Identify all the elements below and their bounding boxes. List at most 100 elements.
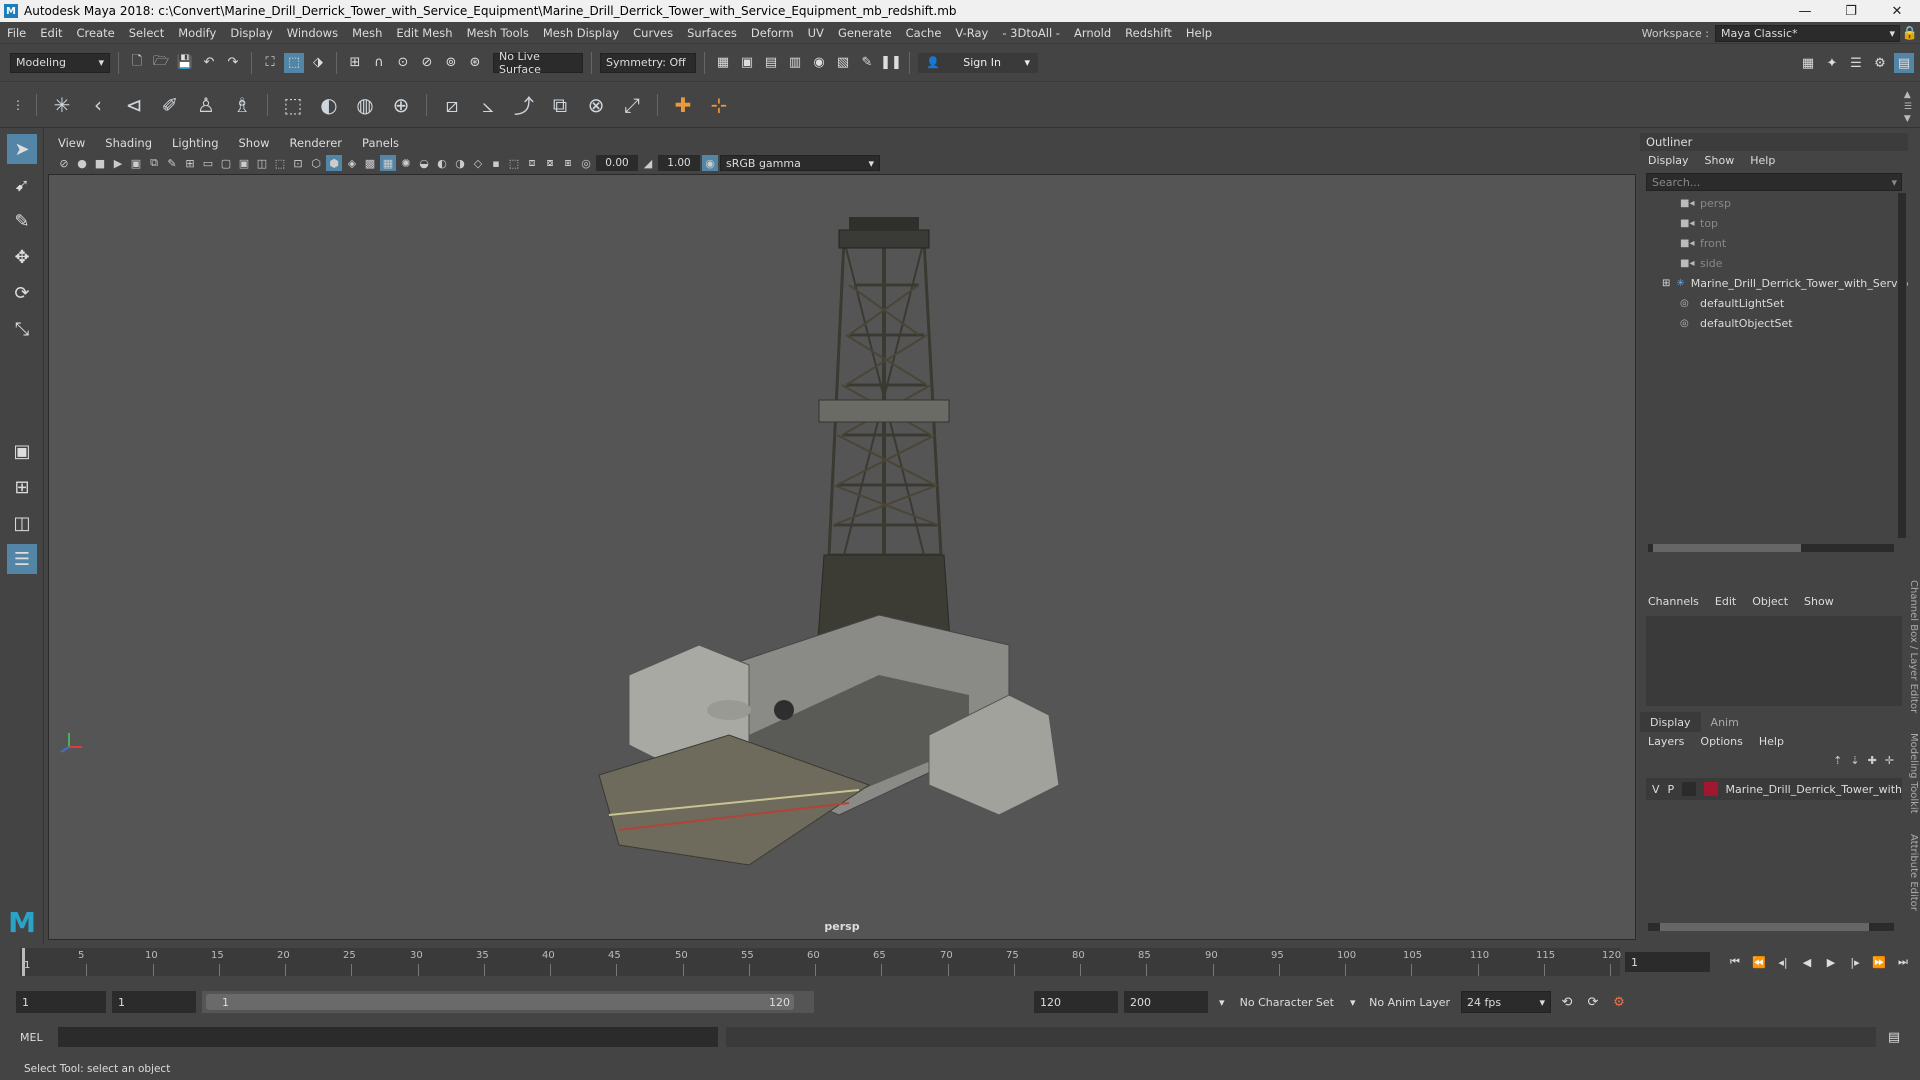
lock-icon[interactable]: 🔒 — [1900, 23, 1920, 43]
layer-menu-layers[interactable]: Layers — [1648, 735, 1684, 748]
range-slider[interactable]: 1 120 — [202, 991, 814, 1013]
modeling-toolkit-toggle-icon[interactable]: ▦ — [1798, 53, 1818, 73]
menu-select[interactable]: Select — [122, 26, 171, 40]
scrollbar-thumb[interactable] — [1660, 923, 1870, 931]
shelf-options-icon[interactable]: ⋮ — [10, 90, 26, 120]
script-language-label[interactable]: MEL — [20, 1031, 50, 1044]
render-view-icon[interactable]: ▦ — [713, 53, 733, 73]
multi-cut-icon[interactable]: ⧉ — [545, 90, 575, 120]
animation-start-field[interactable]: 1 — [16, 991, 106, 1013]
move-tool-icon[interactable]: ✥ — [7, 242, 37, 272]
connect-icon[interactable]: ⤢ — [617, 90, 647, 120]
workspace-dropdown[interactable]: Maya Classic* ▾ — [1715, 24, 1900, 42]
select-hierarchy-icon[interactable]: ⛶ — [260, 53, 280, 73]
auto-key-icon[interactable]: ⟳ — [1583, 992, 1603, 1012]
viewport-menu-show[interactable]: Show — [229, 136, 280, 150]
resolution-gate-icon[interactable]: ▢ — [218, 155, 234, 171]
expand-icon[interactable]: ⊞ — [1662, 278, 1670, 289]
safe-title-icon[interactable]: ⊡ — [290, 155, 306, 171]
extrude-icon[interactable]: ⧄ — [437, 90, 467, 120]
isolate-select-icon[interactable]: ▪ — [488, 155, 504, 171]
paint-select-icon[interactable]: ✎ — [7, 206, 37, 236]
layer-menu-help[interactable]: Help — [1759, 735, 1784, 748]
view-transform-dropdown[interactable]: sRGB gamma ▾ — [720, 155, 880, 171]
menu-create[interactable]: Create — [70, 26, 122, 40]
scale-tool-icon[interactable]: ⤡ — [7, 314, 37, 344]
move-layer-down-icon[interactable]: ⇣ — [1850, 754, 1859, 767]
menu-vray[interactable]: V-Ray — [948, 26, 995, 40]
minimize-button[interactable]: — — [1782, 0, 1828, 22]
curve-cv-icon[interactable]: ✳ — [47, 90, 77, 120]
poly-sphere-icon[interactable]: ◐ — [314, 90, 344, 120]
menu-surfaces[interactable]: Surfaces — [680, 26, 744, 40]
wireframe-on-shaded-icon[interactable]: ◈ — [344, 155, 360, 171]
menu-set-dropdown[interactable]: Modeling ▾ — [10, 52, 110, 73]
menu-display[interactable]: Display — [223, 26, 279, 40]
skeleton-icon[interactable]: ♙ — [191, 90, 221, 120]
viewport-menu-shading[interactable]: Shading — [95, 136, 162, 150]
exposure-icon[interactable]: ◎ — [578, 155, 594, 171]
channel-menu-channels[interactable]: Channels — [1648, 595, 1699, 608]
step-forward-frame-icon[interactable]: |▸ — [1846, 953, 1864, 971]
outliner-search-input[interactable]: Search... ▾ — [1646, 173, 1902, 191]
grid-icon[interactable]: ⊞ — [182, 155, 198, 171]
render-settings-icon[interactable]: ▥ — [785, 53, 805, 73]
redo-icon[interactable]: ↷ — [223, 53, 243, 73]
depth-of-field-icon[interactable]: ◇ — [470, 155, 486, 171]
close-button[interactable]: ✕ — [1874, 0, 1920, 22]
live-surface-field[interactable]: No Live Surface — [493, 50, 583, 76]
playback-end-field[interactable]: 120 — [1034, 991, 1118, 1013]
snap-view-plane-icon[interactable]: ⊘ — [417, 53, 437, 73]
scroll-down-icon[interactable]: ▼ — [1904, 114, 1912, 124]
step-forward-key-icon[interactable]: ⏩ — [1870, 953, 1888, 971]
select-object-icon[interactable]: ⬚ — [284, 52, 304, 73]
new-layer-selected-icon[interactable]: ✛ — [1885, 754, 1894, 767]
outliner-layout-icon[interactable]: ☰ — [7, 544, 37, 574]
textured-icon[interactable]: ▩ — [362, 155, 378, 171]
play-backward-icon[interactable]: ◀ — [1798, 953, 1816, 971]
color-management-icon[interactable]: ◉ — [702, 155, 718, 171]
animation-end-field[interactable]: 200 — [1124, 991, 1208, 1013]
target-weld-icon[interactable]: ⊗ — [581, 90, 611, 120]
layer-menu-options[interactable]: Options — [1700, 735, 1742, 748]
outliner-menu-help[interactable]: Help — [1750, 154, 1775, 167]
multisample-aa-icon[interactable]: ◑ — [452, 155, 468, 171]
pause-viewport-icon[interactable]: ❚❚ — [880, 53, 902, 73]
channel-menu-show[interactable]: Show — [1804, 595, 1834, 608]
poly-plane-icon[interactable]: ⊕ — [386, 90, 416, 120]
playback-start-field[interactable]: 1 — [112, 991, 196, 1013]
time-cursor[interactable] — [22, 948, 25, 976]
outliner-item-front[interactable]: ■◂ front — [1640, 233, 1908, 253]
channel-menu-edit[interactable]: Edit — [1715, 595, 1736, 608]
curve-ep-icon[interactable]: ‹ — [83, 90, 113, 120]
persp-outliner-layout-icon[interactable]: ◫ — [7, 508, 37, 538]
attribute-editor-toggle-icon[interactable]: ☰ — [1846, 53, 1866, 73]
menu-uv[interactable]: UV — [801, 26, 831, 40]
hypershade-icon[interactable]: ◉ — [809, 53, 829, 73]
ambient-occlusion-icon[interactable]: ◒ — [416, 155, 432, 171]
image-plane-icon[interactable]: ▣ — [128, 155, 144, 171]
exposure-field[interactable]: 0.00 — [596, 155, 638, 171]
viewport-menu-panels[interactable]: Panels — [352, 136, 409, 150]
outliner-item-top[interactable]: ■◂ top — [1640, 213, 1908, 233]
select-tool-icon[interactable]: ➤ — [7, 134, 37, 164]
poly-cube-icon[interactable]: ⬚ — [278, 90, 308, 120]
perspective-viewport[interactable]: persp — [48, 174, 1636, 940]
field-chart-icon[interactable]: ◫ — [254, 155, 270, 171]
motion-blur-icon[interactable]: ◐ — [434, 155, 450, 171]
menu-redshift[interactable]: Redshift — [1118, 26, 1179, 40]
undo-icon[interactable]: ↶ — [199, 53, 219, 73]
menu-mesh[interactable]: Mesh — [345, 26, 389, 40]
script-editor-icon[interactable]: ▤ — [1884, 1027, 1904, 1047]
bevel-icon[interactable]: ⤴ — [509, 90, 539, 120]
select-camera-icon[interactable]: ⊘ — [56, 155, 72, 171]
shadows-icon[interactable]: ✺ — [398, 155, 414, 171]
snap-pivot-icon[interactable]: ⊹ — [704, 90, 734, 120]
grease-pencil-icon[interactable]: ✎ — [164, 155, 180, 171]
gamma-icon[interactable]: ◢ — [640, 155, 656, 171]
step-back-key-icon[interactable]: ⏪ — [1750, 953, 1768, 971]
menu-help[interactable]: Help — [1179, 26, 1219, 40]
loop-icon[interactable]: ⟲ — [1557, 992, 1577, 1012]
rotate-tool-icon[interactable]: ⟳ — [7, 278, 37, 308]
joint-icon[interactable]: ♗ — [227, 90, 257, 120]
